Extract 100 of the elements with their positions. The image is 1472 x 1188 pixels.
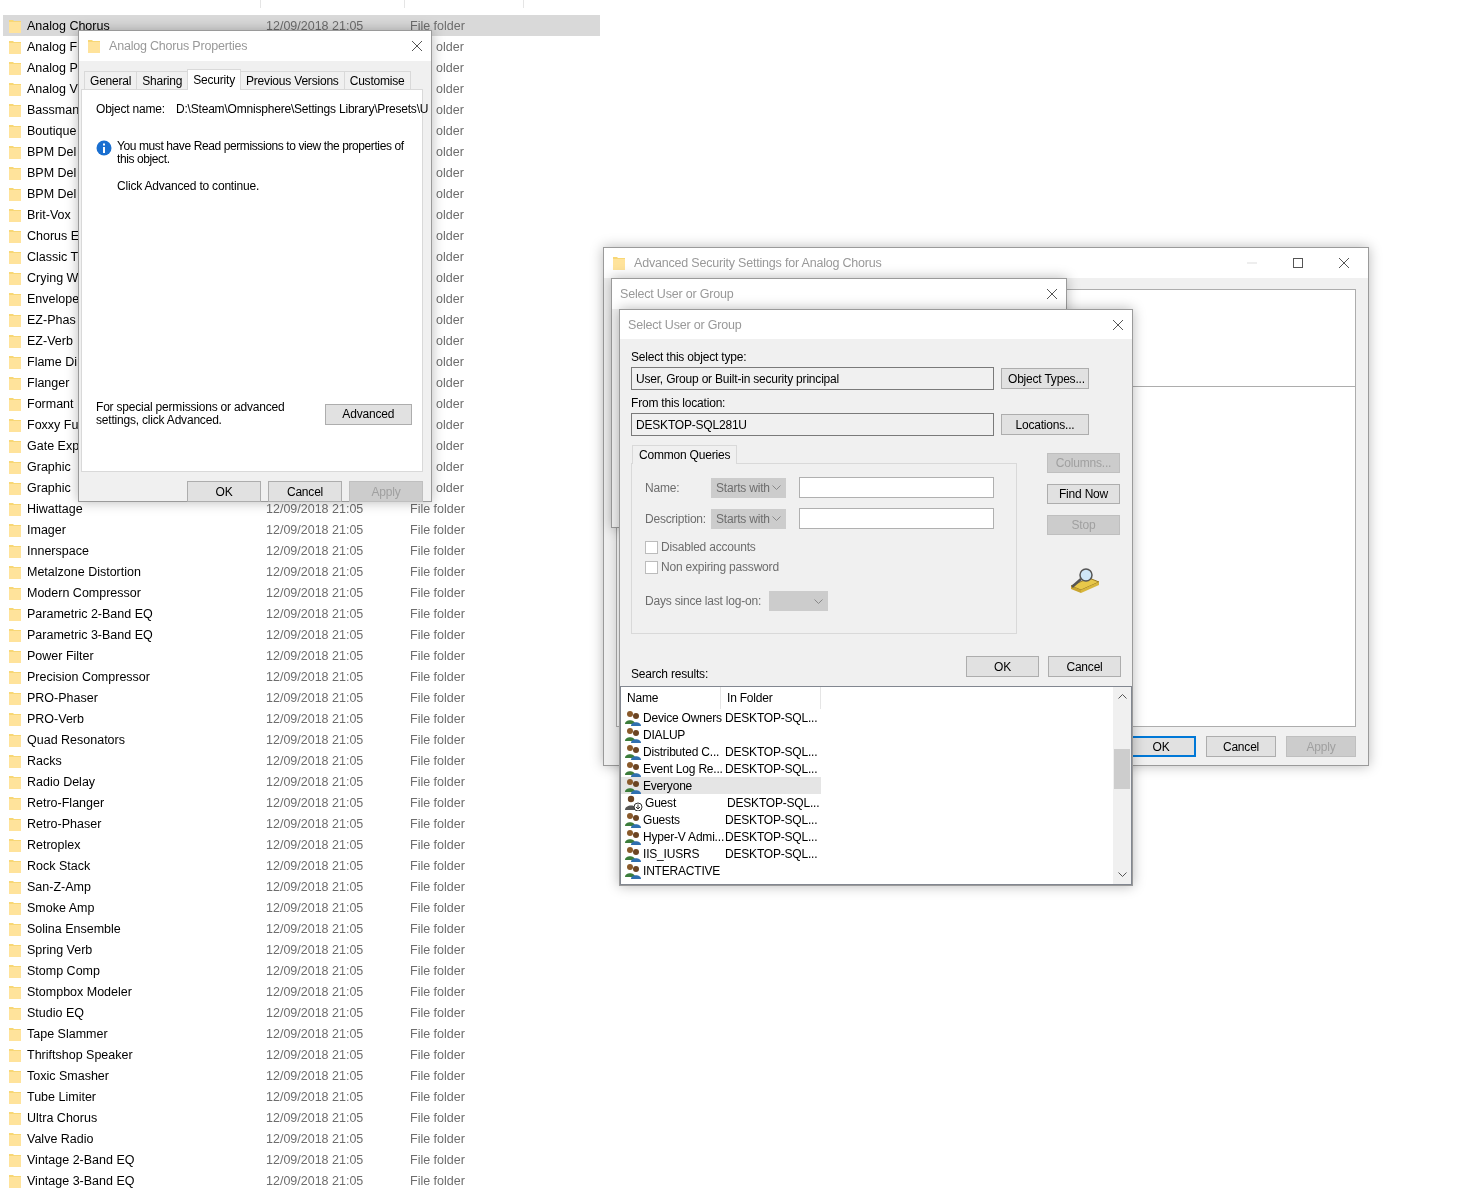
file-name: Radio Delay — [26, 774, 97, 789]
file-type: File folder — [410, 858, 465, 873]
date-modified: 12/09/2018 21:05 — [266, 963, 365, 978]
file-type: File folder — [410, 900, 465, 915]
file-name: Foxxy Fu — [27, 417, 79, 432]
date-modified: 12/09/2018 21:05 — [266, 1152, 365, 1167]
file-name: Thriftshop Speaker — [26, 1047, 134, 1062]
file-type: File folder — [410, 1173, 465, 1188]
date-modified: 12/09/2018 21:05 — [266, 942, 365, 957]
file-type: File folder — [410, 585, 465, 600]
window-title: Select User or Group — [620, 287, 735, 301]
date-modified: 12/09/2018 21:05 — [266, 837, 365, 852]
file-type: File folder — [410, 795, 465, 810]
file-type: File folder — [410, 522, 465, 537]
folder-name: DESKTOP-SQL... — [725, 812, 818, 827]
file-type: File folder — [410, 963, 465, 978]
date-modified: 12/09/2018 21:05 — [266, 606, 365, 621]
object-type-field: User, Group or Built-in security principal — [631, 367, 994, 390]
field-label: Object name: — [96, 102, 166, 116]
file-type: File folder — [410, 564, 465, 579]
account-name: Guest — [645, 795, 678, 810]
file-name: Parametric 3-Band EQ — [26, 627, 154, 642]
file-name: Flanger — [27, 375, 70, 390]
file-name: EZ-Verb — [27, 333, 73, 348]
date-modified: 12/09/2018 21:05 — [266, 900, 365, 915]
date-modified: 12/09/2018 21:05 — [266, 543, 365, 558]
file-name: Spring Verb — [26, 942, 94, 957]
date-modified: 12/09/2018 21:05 — [266, 1131, 365, 1146]
account-name: Hyper-V Admi... — [643, 829, 725, 844]
advanced-note: For special permissions or advanced settings, click Advanced. — [96, 401, 286, 427]
file-name: Quad Resonators — [26, 732, 126, 747]
date-modified: 12/09/2018 21:05 — [266, 627, 365, 642]
file-name: Power Filter — [26, 648, 95, 663]
file-type: File folder — [410, 1089, 465, 1104]
date-modified: 12/09/2018 21:05 — [266, 1173, 365, 1188]
file-name: Solina Ensemble — [26, 921, 122, 936]
file-type: older — [436, 123, 464, 138]
file-type: older — [436, 144, 464, 159]
account-name: Device Owners — [643, 710, 723, 725]
file-type: File folder — [410, 1152, 465, 1167]
date-modified: 12/09/2018 21:05 — [266, 648, 365, 663]
date-modified: 12/09/2018 21:05 — [266, 522, 365, 537]
date-modified: 12/09/2018 21:05 — [266, 18, 365, 33]
file-type: File folder — [410, 921, 465, 936]
file-type: older — [436, 459, 464, 474]
date-modified: 12/09/2018 21:05 — [266, 1005, 365, 1020]
file-name: Analog Chorus — [26, 18, 111, 33]
file-name: Racks — [26, 753, 63, 768]
file-name: Vintage 2-Band EQ — [26, 1152, 136, 1167]
file-name: Gate Exp — [27, 438, 80, 453]
window-title: Select User or Group — [628, 317, 743, 332]
file-type: older — [436, 102, 464, 117]
file-name: Tape Slammer — [26, 1026, 109, 1041]
date-modified: 12/09/2018 21:05 — [266, 1089, 365, 1104]
account-name: Distributed C... — [643, 744, 721, 759]
field-label: Name: — [645, 480, 681, 495]
field-label: Select this object type: — [631, 350, 748, 364]
window-title: Advanced Security Settings for Analog Chorus — [634, 256, 883, 270]
date-modified: 12/09/2018 21:05 — [266, 984, 365, 999]
file-type: older — [436, 270, 464, 285]
field-label: From this location: — [631, 396, 727, 410]
file-type: File folder — [410, 543, 465, 558]
file-name: Smoke Amp — [26, 900, 96, 915]
file-type: older — [436, 312, 464, 327]
date-modified: 12/09/2018 21:05 — [266, 585, 365, 600]
file-type: File folder — [410, 984, 465, 999]
file-type: older — [436, 228, 464, 243]
file-name: Bassman — [27, 102, 80, 117]
file-name: Analog F — [27, 39, 78, 54]
file-name: Retro-Flanger — [26, 795, 106, 810]
file-type: File folder — [410, 690, 465, 705]
object-name: D:\Steam\Omnisphere\Settings Library\Presets\U — [176, 102, 429, 116]
file-type: older — [436, 354, 464, 369]
file-name: Studio EQ — [26, 1005, 85, 1020]
file-type: File folder — [410, 1068, 465, 1083]
file-type: older — [436, 60, 464, 75]
account-name: Guests — [643, 812, 681, 827]
date-modified: 12/09/2018 21:05 — [266, 858, 365, 873]
file-type: File folder — [410, 816, 465, 831]
field-label: Days since last log-on: — [645, 594, 762, 608]
file-type: older — [436, 186, 464, 201]
file-type: older — [436, 81, 464, 96]
file-name: Classic T — [27, 249, 79, 264]
file-type: File folder — [410, 753, 465, 768]
file-name: PRO-Phaser — [26, 690, 99, 705]
file-name: Modern Compressor — [26, 585, 142, 600]
file-type: older — [436, 39, 464, 54]
file-name: Flame Di — [27, 354, 77, 369]
date-modified: 12/09/2018 21:05 — [266, 795, 365, 810]
date-modified: 12/09/2018 21:05 — [266, 921, 365, 936]
file-type: File folder — [410, 18, 465, 33]
hint-text: Click Advanced to continue. — [117, 179, 261, 193]
date-modified: 12/09/2018 21:05 — [266, 879, 365, 894]
file-name: Retroplex — [26, 837, 82, 852]
file-name: Imager — [26, 522, 67, 537]
file-name: PRO-Verb — [26, 711, 85, 726]
file-name: San-Z-Amp — [26, 879, 92, 894]
file-type: File folder — [410, 837, 465, 852]
date-modified: 12/09/2018 21:05 — [266, 564, 365, 579]
date-modified: 12/09/2018 21:05 — [266, 1026, 365, 1041]
